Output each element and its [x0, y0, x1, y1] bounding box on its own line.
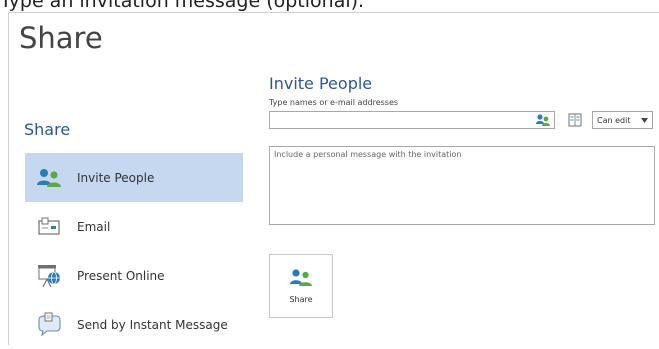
- share-button[interactable]: Share: [269, 254, 333, 318]
- sidebar-item-instant-message[interactable]: Send by Instant Message: [25, 300, 243, 349]
- sidebar-nav: Invite People Email Present Online Send …: [25, 153, 243, 349]
- sidebar-item-label: Email: [77, 219, 111, 234]
- dropdown-arrow-icon: [641, 116, 648, 125]
- sidebar-item-email[interactable]: Email: [25, 202, 243, 251]
- people-icon: [289, 268, 313, 288]
- share-panel: Share Share Invite People Email Present …: [8, 12, 659, 345]
- sidebar-heading: Share: [24, 120, 71, 139]
- check-names-icon[interactable]: [535, 113, 551, 127]
- sidebar-item-label: Invite People: [77, 170, 155, 185]
- present-online-icon: [35, 262, 63, 290]
- names-field-label: Type names or e-mail addresses: [269, 98, 399, 107]
- email-icon: [35, 213, 63, 241]
- instant-message-icon: [35, 311, 63, 339]
- page-title: Share: [19, 21, 103, 55]
- sidebar-item-label: Present Online: [77, 268, 165, 283]
- invite-people-title: Invite People: [269, 74, 373, 93]
- address-book-icon[interactable]: [567, 112, 583, 128]
- share-button-label: Share: [289, 295, 313, 304]
- instruction-caption: Type an invitation message (optional).: [0, 0, 365, 12]
- permission-dropdown[interactable]: Can edit: [592, 111, 653, 129]
- sidebar-item-label: Send by Instant Message: [77, 317, 228, 332]
- permission-selected-value: Can edit: [597, 115, 631, 125]
- personal-message-input[interactable]: [269, 146, 655, 225]
- sidebar-item-present-online[interactable]: Present Online: [25, 251, 243, 300]
- names-input[interactable]: [269, 111, 555, 129]
- people-icon: [35, 164, 63, 192]
- sidebar-item-invite-people[interactable]: Invite People: [25, 153, 243, 202]
